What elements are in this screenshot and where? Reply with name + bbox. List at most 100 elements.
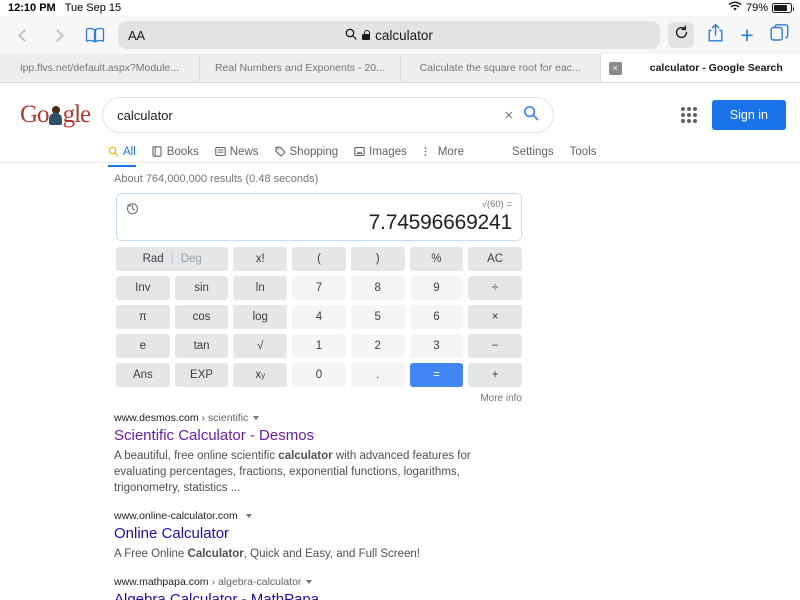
chevron-down-icon[interactable] (306, 580, 313, 584)
result-url[interactable]: www.online-calculator.com (114, 510, 800, 522)
key-ans[interactable]: Ans (116, 363, 170, 387)
result-snippet: A Free Online Calculator, Quick and Easy… (114, 546, 494, 562)
search-input[interactable] (117, 107, 495, 123)
key-divide[interactable]: ÷ (468, 276, 522, 300)
tab-label: Books (166, 145, 199, 158)
text-size-button[interactable]: AA (128, 28, 145, 43)
key-deg[interactable]: Deg (174, 253, 209, 265)
key-inv[interactable]: Inv (116, 276, 170, 300)
new-tab-button[interactable]: + (736, 23, 758, 46)
key-open-paren[interactable]: ( (292, 247, 346, 271)
key-factorial[interactable]: x! (233, 247, 288, 271)
key-7[interactable]: 7 (292, 276, 346, 300)
tools-button[interactable]: Tools (570, 138, 597, 166)
key-close-paren[interactable]: ) (350, 247, 405, 271)
key-pi[interactable]: π (116, 305, 170, 329)
forward-button[interactable] (46, 22, 72, 48)
settings-button[interactable]: Settings (512, 138, 554, 166)
tag-icon (274, 146, 286, 157)
sign-in-button[interactable]: Sign in (711, 100, 786, 130)
more-vertical-icon (423, 146, 434, 157)
tab-news[interactable]: News (215, 138, 259, 166)
key-decimal[interactable]: . (350, 363, 405, 387)
calculator-result: 7.74596669241 (368, 211, 513, 234)
tab-books[interactable]: Books (152, 138, 199, 166)
lock-icon (362, 30, 371, 40)
key-rad[interactable]: Rad (136, 253, 171, 265)
result-title[interactable]: Algebra Calculator - MathPapa (114, 590, 800, 600)
key-log[interactable]: log (233, 305, 288, 329)
history-clock-icon[interactable] (126, 202, 139, 220)
key-power[interactable]: xy (233, 363, 288, 387)
calculator-widget: √(60) = 7.74596669241 Rad | Deg x! ( ) %… (0, 185, 800, 404)
calculator-keypad: Rad | Deg x! ( ) % AC Inv sin ln 7 8 9 ÷… (116, 247, 522, 387)
reload-button[interactable] (668, 22, 694, 48)
snippet-part-a: A beautiful, free online scientific (114, 450, 279, 462)
browser-tab-2[interactable]: Real Numbers and Exponents - 20... (200, 54, 401, 82)
chevron-right-icon (51, 28, 64, 42)
back-button[interactable] (10, 22, 36, 48)
power-exponent: y (261, 370, 266, 380)
search-icon (345, 28, 357, 43)
key-all-clear[interactable]: AC (468, 247, 522, 271)
key-1[interactable]: 1 (292, 334, 346, 358)
tab-images[interactable]: Images (354, 138, 407, 166)
key-5[interactable]: 5 (350, 305, 405, 329)
result-snippet: A beautiful, free online scientific calc… (114, 448, 494, 496)
key-4[interactable]: 4 (292, 305, 346, 329)
tab-label: All (123, 145, 136, 158)
key-tan[interactable]: tan (174, 334, 229, 358)
show-tabs-button[interactable] (768, 24, 790, 46)
result-url[interactable]: www.desmos.com › scientific (114, 412, 800, 424)
tab-more[interactable]: More (423, 138, 464, 166)
key-add[interactable]: + (468, 363, 522, 387)
key-6[interactable]: 6 (409, 305, 464, 329)
tabs-icon (770, 23, 789, 47)
key-sqrt[interactable]: √ (233, 334, 288, 358)
book-icon (152, 146, 163, 157)
chevron-down-icon[interactable] (253, 416, 260, 420)
key-e[interactable]: e (116, 334, 170, 358)
snippet-part-b: , Quick and Easy, and Full Screen! (243, 548, 420, 560)
key-percent[interactable]: % (409, 247, 464, 271)
browser-tab-4-active[interactable]: × calculator - Google Search (600, 54, 800, 82)
google-search-page: Gogle × Sign in All Books (0, 83, 800, 600)
key-8[interactable]: 8 (350, 276, 405, 300)
key-cos[interactable]: cos (174, 305, 229, 329)
more-info-link[interactable]: More info (116, 387, 522, 404)
key-ln[interactable]: ln (233, 276, 288, 300)
tab-shopping[interactable]: Shopping (274, 138, 338, 166)
search-submit-icon[interactable] (523, 105, 539, 126)
key-2[interactable]: 2 (350, 334, 405, 358)
share-icon (707, 23, 724, 48)
result-path: › algebra-calculator (211, 576, 302, 588)
result-title[interactable]: Scientific Calculator - Desmos (114, 426, 800, 446)
close-icon[interactable]: × (608, 61, 622, 75)
tab-all[interactable]: All (108, 138, 136, 167)
key-sin[interactable]: sin (174, 276, 229, 300)
key-multiply[interactable]: × (468, 305, 522, 329)
clear-search-icon[interactable]: × (504, 107, 513, 124)
key-angle-mode-toggle[interactable]: Rad | Deg (116, 247, 229, 271)
key-9[interactable]: 9 (409, 276, 464, 300)
chevron-down-icon[interactable] (245, 514, 252, 518)
key-equals[interactable]: = (409, 363, 464, 387)
share-button[interactable] (704, 23, 726, 48)
key-subtract[interactable]: − (468, 334, 522, 358)
result-title[interactable]: Online Calculator (114, 524, 800, 544)
snippet-highlight: Calculator (187, 548, 244, 560)
result-path: › scientific (201, 412, 249, 424)
bookmarks-button[interactable] (82, 22, 108, 48)
browser-tab-1[interactable]: ipp.flvs.net/default.aspx?Module... (0, 54, 201, 82)
browser-tab-3[interactable]: Calculate the square root for eac... (401, 54, 601, 82)
key-3[interactable]: 3 (409, 334, 464, 358)
key-exp[interactable]: EXP (174, 363, 229, 387)
search-box[interactable]: × (102, 97, 555, 133)
address-bar[interactable]: AA calculator (118, 21, 660, 49)
key-0[interactable]: 0 (292, 363, 346, 387)
google-doodle-logo[interactable]: Go gle (20, 101, 91, 129)
calculator-display[interactable]: √(60) = 7.74596669241 (116, 193, 522, 241)
search-result-item: www.online-calculator.com Online Calcula… (114, 510, 800, 562)
apps-grid-icon[interactable] (680, 106, 698, 124)
result-url[interactable]: www.mathpapa.com › algebra-calculator (114, 576, 800, 588)
